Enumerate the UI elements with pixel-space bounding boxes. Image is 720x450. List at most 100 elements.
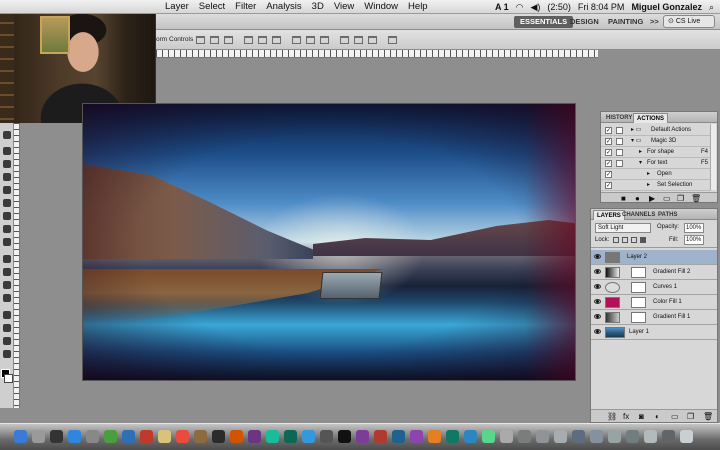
document-canvas[interactable] <box>83 104 575 380</box>
contacts-icon[interactable] <box>194 430 207 443</box>
visibility-eye-icon[interactable] <box>594 254 601 259</box>
lock-pixels-icon[interactable] <box>622 237 628 243</box>
link-layers-icon[interactable]: ⛓ <box>607 412 617 421</box>
clone-stamp-tool-icon[interactable] <box>3 173 11 181</box>
eraser-tool-icon[interactable] <box>3 199 11 207</box>
opacity-field[interactable]: 100% <box>684 223 704 233</box>
menu-view[interactable]: View <box>329 1 359 12</box>
new-set-icon[interactable]: ▭ <box>663 194 671 203</box>
facetime-icon[interactable] <box>266 430 279 443</box>
documents-stack-icon[interactable] <box>518 430 531 443</box>
tab-channels[interactable]: CHANNELS <box>619 210 658 220</box>
3d-orbit-tool-icon[interactable] <box>3 324 11 332</box>
expand-icon[interactable]: ▸ <box>647 169 650 180</box>
align-bottom-icon[interactable] <box>224 36 233 44</box>
check-icon[interactable]: ✓ <box>605 160 612 167</box>
collapse-icon[interactable]: ▾ <box>639 158 642 169</box>
app-store-icon[interactable] <box>248 430 261 443</box>
user-name[interactable]: Miguel Gonzalez <box>631 2 702 12</box>
trash-icon[interactable] <box>680 430 693 443</box>
menu-layer[interactable]: Layer <box>160 1 194 12</box>
minecraft-icon[interactable] <box>482 430 495 443</box>
terminal-icon[interactable] <box>338 430 351 443</box>
hand-tool-icon[interactable] <box>3 337 11 345</box>
align-center-icon[interactable] <box>258 36 267 44</box>
zoom-tool-icon[interactable] <box>3 350 11 358</box>
launchpad-icon[interactable] <box>32 430 45 443</box>
action-row[interactable]: ✓ ▸ ▭ Default Actions <box>601 125 711 136</box>
add-mask-icon[interactable]: ◙ <box>639 412 644 421</box>
layer-row[interactable]: Layer 1 <box>591 325 717 340</box>
brush-tool-icon[interactable] <box>3 160 11 168</box>
align-right-icon[interactable] <box>272 36 281 44</box>
new-layer-icon[interactable]: ❐ <box>687 412 694 421</box>
adobe-badge[interactable]: A 1 <box>495 2 509 12</box>
illustrator-icon[interactable] <box>428 430 441 443</box>
opera-icon[interactable] <box>140 430 153 443</box>
menu-window[interactable]: Window <box>359 1 403 12</box>
align-top-icon[interactable] <box>196 36 205 44</box>
background-color-swatch[interactable] <box>4 374 13 383</box>
play-icon[interactable]: ▶ <box>649 194 655 203</box>
workspace-more-button[interactable]: >> <box>644 16 665 28</box>
transform-controls-label[interactable]: orm Controls <box>156 36 193 43</box>
check-icon[interactable]: ✓ <box>605 182 612 189</box>
distribute-top-icon[interactable] <box>292 36 301 44</box>
mission-control-icon[interactable] <box>50 430 63 443</box>
check-icon[interactable]: ✓ <box>605 138 612 145</box>
preview-icon[interactable] <box>212 430 225 443</box>
delete-layer-icon[interactable]: 🗑 <box>703 412 713 421</box>
expand-icon[interactable]: ▸ <box>647 180 650 191</box>
workspace-design-button[interactable]: DESIGN <box>564 16 605 28</box>
horizontal-ruler[interactable] <box>156 50 598 58</box>
record-icon[interactable]: ● <box>635 194 640 203</box>
visibility-eye-icon[interactable] <box>594 329 601 334</box>
dialog-toggle-icon[interactable] <box>616 127 623 134</box>
premiere-icon[interactable] <box>356 430 369 443</box>
photos-icon[interactable] <box>86 430 99 443</box>
layer-style-icon[interactable]: fx <box>623 412 629 421</box>
action-row[interactable]: ✓ ▸ Open <box>601 169 711 180</box>
blend-mode-select[interactable]: Soft Light <box>595 223 651 233</box>
fill-field[interactable]: 100% <box>684 235 704 245</box>
skype-icon[interactable] <box>302 430 315 443</box>
lock-all-icon[interactable] <box>640 237 646 243</box>
itunes-icon[interactable] <box>230 430 243 443</box>
expand-icon[interactable]: ▸ <box>639 147 642 158</box>
stack-icon[interactable] <box>626 430 639 443</box>
align-middle-icon[interactable] <box>210 36 219 44</box>
3d-rotate-tool-icon[interactable] <box>3 311 11 319</box>
dialog-toggle-icon[interactable] <box>616 138 623 145</box>
visibility-eye-icon[interactable] <box>594 314 601 319</box>
battery-status[interactable]: (2:50) <box>547 2 571 12</box>
check-icon[interactable]: ✓ <box>605 127 612 134</box>
after-effects-icon[interactable] <box>410 430 423 443</box>
gradient-tool-icon[interactable] <box>3 212 11 220</box>
type-tool-icon[interactable] <box>3 268 11 276</box>
safari-icon[interactable] <box>68 430 81 443</box>
path-selection-tool-icon[interactable] <box>3 281 11 289</box>
fireworks-icon[interactable] <box>374 430 387 443</box>
dreamweaver-icon[interactable] <box>446 430 459 443</box>
lock-position-icon[interactable] <box>631 237 637 243</box>
visibility-eye-icon[interactable] <box>594 299 601 304</box>
notes-icon[interactable] <box>158 430 171 443</box>
utility-icon[interactable] <box>500 430 513 443</box>
tab-paths[interactable]: PATHS <box>655 210 680 220</box>
new-group-icon[interactable]: ▭ <box>671 412 679 421</box>
layer-row[interactable]: Curves 1 <box>591 280 717 295</box>
align-left-icon[interactable] <box>244 36 253 44</box>
lock-transparency-icon[interactable] <box>613 237 619 243</box>
shape-tool-icon[interactable] <box>3 294 11 302</box>
messages-icon[interactable] <box>284 430 297 443</box>
distribute-middle-icon[interactable] <box>306 36 315 44</box>
stack-icon[interactable] <box>662 430 675 443</box>
menu-analysis[interactable]: Analysis <box>261 1 306 12</box>
visibility-eye-icon[interactable] <box>594 269 601 274</box>
calendar-icon[interactable] <box>176 430 189 443</box>
firefox-icon[interactable] <box>122 430 135 443</box>
action-row[interactable]: ✓ ▸ Set Selection <box>601 180 711 191</box>
workspace-painting-button[interactable]: PAINTING <box>602 16 649 28</box>
actions-scrollbar[interactable] <box>710 124 716 190</box>
clock[interactable]: Fri 8:04 PM <box>578 2 625 12</box>
